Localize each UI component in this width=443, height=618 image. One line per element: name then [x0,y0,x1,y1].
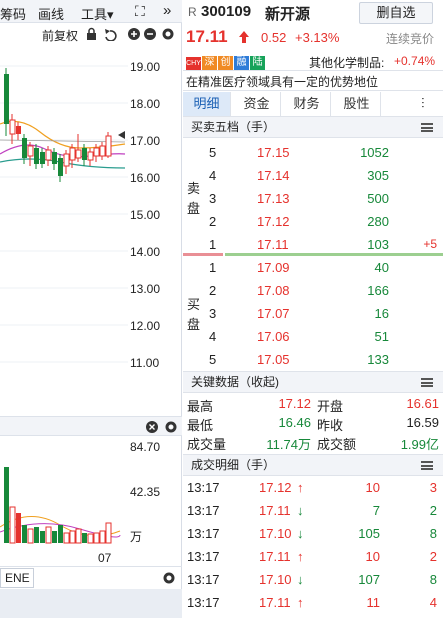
trade-row: 13:17 17.11 ↑ 10 2 [187,549,437,564]
kline-chart-panel: 筹码 画线 工具▾ ⛶ » 前复权 19.00 18.00 17.00 16.0… [0,0,182,618]
pane-settings-gear-icon[interactable] [165,421,177,433]
orderbook-title: 买卖五档（手） [191,120,276,134]
trade-row: 13:17 17.10 ↓ 105 8 [187,526,437,541]
badge-sz[interactable]: 深 [202,56,217,70]
chip-tool-button[interactable]: 筹码 [0,4,26,23]
order-row[interactable]: 4 17.14 305 [183,165,443,188]
price-tick: 18.00 [130,97,161,111]
volume-tick-top: 84.70 [130,440,161,454]
chart-controls [87,27,174,41]
bid-ask-ratio-bar-buy [225,253,443,256]
adjust-mode-button[interactable]: 前复权 [42,27,78,44]
fullscreen-icon[interactable]: ⛶ [135,3,145,20]
keydata-header[interactable]: 关键数据（收起) [183,371,443,393]
trade-list[interactable]: 13:17 17.12 ↑ 10 3 13:17 17.11 ↓ 7 2 13:17 17.10 ↓… [183,477,443,618]
draw-line-button[interactable]: 画线 [38,4,64,23]
order-row[interactable]: 4 17.06 51 [183,326,443,349]
price-change: 0.52 [261,30,287,45]
stock-prefix: R [188,5,197,19]
more-tabs-icon[interactable]: ⫶ [421,95,425,112]
remove-watchlist-button[interactable]: 删自选 [359,2,433,24]
indicator-bar: ENE [0,566,182,589]
tab-detail[interactable]: 明细 [183,92,231,116]
stock-name: 新开源 [265,6,311,23]
badge-chy[interactable]: CHY [186,57,201,71]
sell-orders: 5 17.15 1052 4 17.14 305 3 17.13 500 2 17.12 280… [183,138,443,253]
order-row[interactable]: 5 17.15 1052 [183,142,443,165]
price-tick: 11.00 [130,356,160,370]
price-change-pct: +3.13% [295,30,340,45]
indicator-settings-gear-icon[interactable] [162,571,176,585]
buy-orders: 1 17.09 40 2 17.08 166 3 17.07 16 4 17.06 51 5 17… [183,257,443,372]
industry-label[interactable]: 其他化学制品: [309,54,384,71]
trade-row: 13:17 17.11 ↑ 11 4 [187,595,437,610]
zoom-in-icon[interactable] [128,28,140,40]
badge-connect[interactable]: 陆 [250,56,265,70]
order-row[interactable]: 2 17.12 280 [183,211,443,234]
price-tick: 12.00 [130,319,161,333]
badge-margin[interactable]: 融 [234,56,249,70]
tools-menu-button[interactable]: 工具▾ [81,4,114,23]
trade-row: 13:17 17.11 ↓ 7 2 [187,503,437,518]
price-tick: 13.00 [130,282,161,296]
zoom-out-icon[interactable] [144,28,156,40]
price-tick: 14.00 [130,245,161,259]
keydata-menu-icon[interactable] [421,378,433,387]
keydata-title: 关键数据（收起) [191,375,279,389]
trades-header: 成交明细（手） [183,454,443,476]
last-price: 17.11 [186,27,228,46]
trades-title: 成交明细（手） [191,458,276,472]
chart-toolbar: 筹码 画线 工具▾ ⛶ » [0,0,182,23]
collapse-icon[interactable]: » [163,2,171,19]
indicator-tab-ene[interactable]: ENE [0,568,34,588]
chart-scrollbar-area[interactable] [0,589,182,618]
quote-panel: R 300109 新开源 删自选 17.11 0.52 +3.13% 连续竞价 … [183,0,443,618]
order-row[interactable]: 1 17.09 40 [183,257,443,280]
trade-row: 13:17 17.10 ↓ 107 8 [187,572,437,587]
volume-pane-header [0,416,182,436]
undo-icon[interactable] [105,29,117,41]
chart-subbar: 前复权 [0,24,182,44]
industry-change: +0.74% [394,54,436,68]
price-tick: 16.00 [130,171,161,185]
keydata-grid: 最高 17.12 开盘 16.61 最低 16.46 昨收 16.59 成交量 11.74… [187,396,439,452]
stock-tagline: 在精准医疗领域具有一定的优势地位 [186,75,379,89]
close-pane-icon[interactable] [146,421,158,433]
orderbook-header: 买卖五档（手） [183,116,443,138]
bid-ask-ratio-bar-sell [183,253,223,256]
tab-finance[interactable]: 财务 [283,92,331,116]
volume-unit: 万 [130,530,143,544]
price-tick: 17.00 [130,134,161,148]
lock-icon[interactable] [87,27,96,41]
tab-stock-nature[interactable]: 股性 [333,92,381,116]
order-row[interactable]: 5 17.05 133 [183,349,443,372]
up-arrow-icon [239,31,249,43]
price-tick: 15.00 [130,208,161,222]
volume-chart[interactable] [0,437,125,547]
order-row[interactable]: 3 17.07 16 [183,303,443,326]
trade-row: 13:17 17.12 ↑ 10 3 [187,480,437,495]
order-row[interactable]: 3 17.13 500 [183,188,443,211]
stock-code: 300109 [201,3,252,20]
order-row[interactable]: 2 17.08 166 [183,280,443,303]
date-axis-label: 07 [98,551,112,565]
volume-tick-mid: 42.35 [130,485,161,499]
stock-badges: CHY 深创融陆 [186,53,266,71]
settings-gear-icon[interactable] [162,28,174,40]
candlestick-chart[interactable] [0,44,128,419]
badge-gem[interactable]: 创 [218,56,233,70]
trading-status: 连续竞价 [386,32,435,46]
orderbook-menu-icon[interactable] [421,123,433,132]
price-tick: 19.00 [130,60,161,74]
tab-funds[interactable]: 资金 [233,92,281,116]
trades-menu-icon[interactable] [421,461,433,470]
